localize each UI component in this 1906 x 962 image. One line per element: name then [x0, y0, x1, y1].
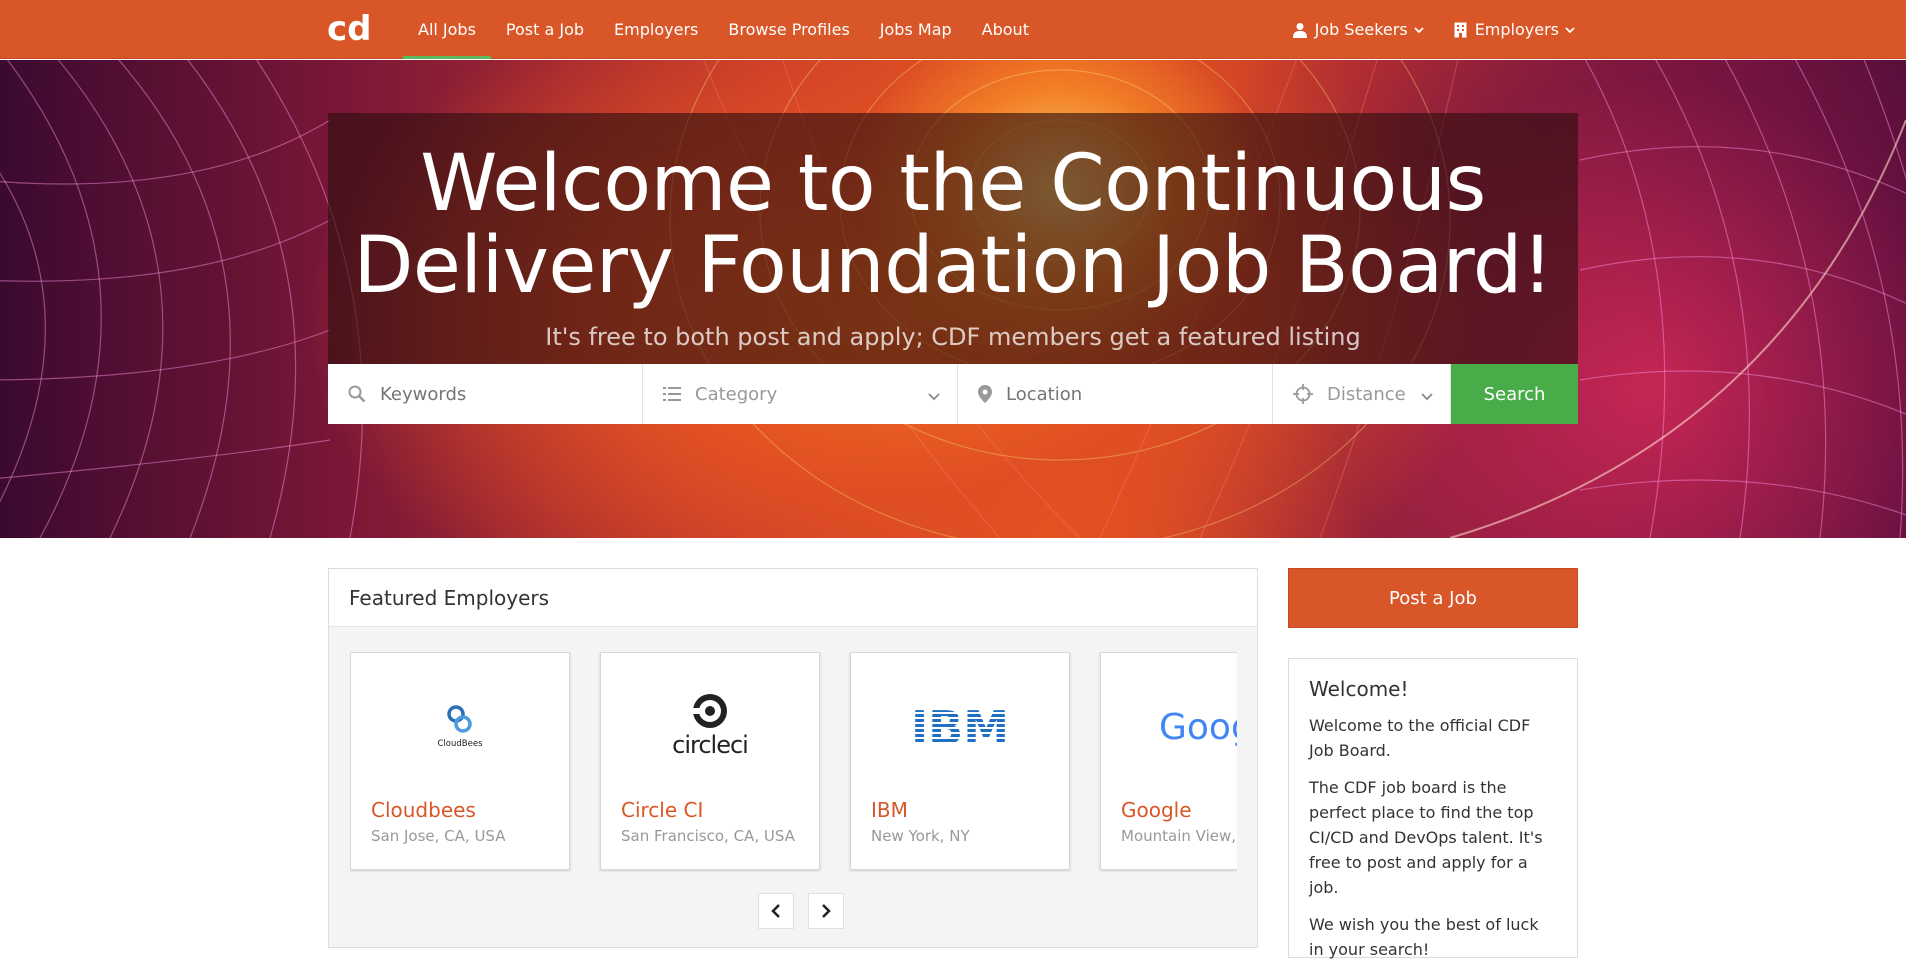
nav-right: Job Seekers Employers — [1271, 0, 1583, 59]
welcome-paragraph-1: Welcome to the official CDF Job Board. — [1309, 716, 1531, 760]
post-a-job-button[interactable]: Post a Job — [1288, 568, 1578, 628]
hero-banner: Welcome to the Continuous Delivery Found… — [0, 60, 1906, 538]
nav-all-jobs[interactable]: All Jobs — [403, 0, 491, 59]
welcome-box: Welcome! Welcome to the official CDF Job… — [1288, 658, 1578, 959]
nav-browse-profiles[interactable]: Browse Profiles — [713, 0, 864, 59]
map-marker-icon — [978, 385, 992, 403]
category-placeholder: Category — [695, 383, 778, 405]
top-navbar: cd All Jobs Post a Job Employers Browse … — [0, 0, 1906, 59]
employer-name[interactable]: IBM — [871, 798, 908, 822]
chevron-down-icon — [927, 386, 941, 405]
svg-text:IBM: IBM — [912, 704, 1008, 748]
search-icon — [348, 385, 366, 403]
keywords-field[interactable] — [328, 364, 643, 424]
employer-card-google[interactable]: Goog Google Mountain View, — [1100, 652, 1237, 870]
employer-name[interactable]: Circle CI — [621, 798, 703, 822]
employer-location: San Jose, CA, USA — [371, 827, 506, 845]
nav-jobs-map[interactable]: Jobs Map — [865, 0, 967, 59]
crosshairs-icon — [1293, 384, 1313, 404]
google-logo: Goog — [1101, 681, 1237, 771]
employer-name[interactable]: Cloudbees — [371, 798, 476, 822]
employer-card-cloudbees[interactable]: CloudBees Cloudbees San Jose, CA, USA — [350, 652, 570, 870]
hero-subtitle: It's free to both post and apply; CDF me… — [545, 323, 1361, 351]
circleci-logo: circleci — [601, 681, 819, 771]
nav-post-a-job[interactable]: Post a Job — [491, 0, 599, 59]
featured-employers-panel: Featured Employers CloudBees Cloudbees S… — [328, 568, 1258, 948]
hero-title: Welcome to the Continuous Delivery Found… — [353, 139, 1553, 311]
main-nav: All Jobs Post a Job Employers Browse Pro… — [403, 0, 1044, 59]
keywords-input[interactable] — [380, 383, 630, 405]
location-input[interactable] — [1006, 383, 1256, 405]
hero-panel: Welcome to the Continuous Delivery Found… — [328, 113, 1578, 386]
cdf-logo[interactable]: cd — [327, 9, 375, 49]
distance-select[interactable]: Distance — [1273, 364, 1451, 424]
carousel-prev-button[interactable] — [758, 893, 794, 929]
nav-employers[interactable]: Employers — [599, 0, 713, 59]
svg-text:CloudBees: CloudBees — [438, 739, 484, 749]
svg-text:cd: cd — [327, 10, 372, 46]
svg-text:circleci: circleci — [672, 731, 748, 759]
chevron-down-icon — [1414, 26, 1432, 34]
employers-dropdown[interactable]: Employers — [1454, 0, 1583, 59]
nav-about[interactable]: About — [967, 0, 1044, 59]
employer-location: San Francisco, CA, USA — [621, 827, 795, 845]
cloudbees-logo: CloudBees — [351, 681, 569, 771]
ibm-logo: IBM — [851, 681, 1069, 771]
employer-location: Mountain View, — [1121, 827, 1237, 845]
employer-card-ibm[interactable]: IBM IBM New York, NY — [850, 652, 1070, 870]
distance-placeholder: Distance — [1327, 383, 1406, 405]
welcome-paragraph-2: The CDF job board is the perfect place t… — [1309, 778, 1543, 897]
job-search-bar: Category Distance Search — [328, 364, 1578, 424]
welcome-paragraph-3: We wish you the best of luck in your sea… — [1309, 915, 1539, 959]
list-icon — [663, 386, 681, 402]
category-select[interactable]: Category — [643, 364, 958, 424]
carousel-nav — [758, 893, 844, 929]
employers-label: Employers — [1474, 20, 1559, 39]
employer-carousel: CloudBees Cloudbees San Jose, CA, USA ci… — [350, 652, 1237, 872]
job-seekers-dropdown[interactable]: Job Seekers — [1292, 0, 1432, 59]
chevron-right-icon — [822, 904, 831, 918]
svg-text:Goog: Goog — [1159, 707, 1237, 748]
chevron-left-icon — [771, 904, 780, 918]
user-icon — [1292, 22, 1307, 38]
employer-location: New York, NY — [871, 827, 970, 845]
location-field[interactable] — [958, 364, 1273, 424]
welcome-title: Welcome! — [1309, 677, 1409, 701]
employer-card-circleci[interactable]: circleci Circle CI San Francisco, CA, US… — [600, 652, 820, 870]
carousel-next-button[interactable] — [808, 893, 844, 929]
employer-name[interactable]: Google — [1121, 798, 1192, 822]
job-seekers-label: Job Seekers — [1314, 20, 1408, 39]
building-icon — [1454, 22, 1467, 38]
chevron-down-icon — [1420, 386, 1434, 405]
search-button[interactable]: Search — [1451, 364, 1578, 424]
featured-employers-title: Featured Employers — [329, 569, 1257, 627]
chevron-down-icon — [1565, 26, 1583, 34]
